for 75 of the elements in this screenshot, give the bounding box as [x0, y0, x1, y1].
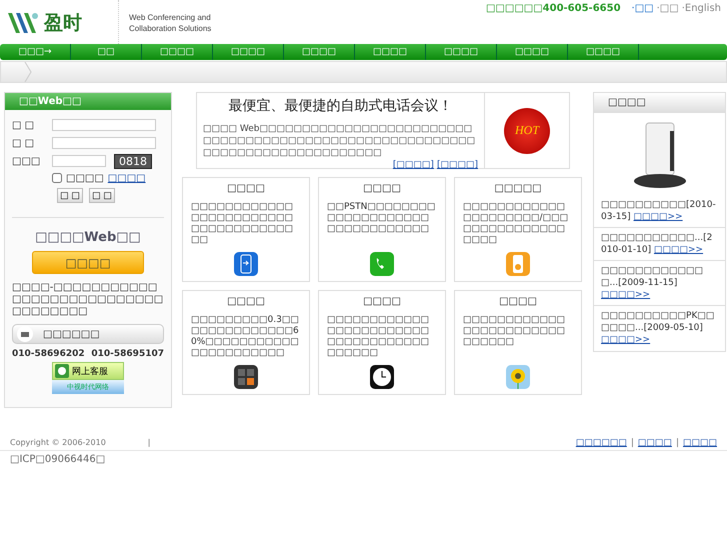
copyright-text: Copyright © 2006-2010: [10, 438, 106, 449]
feature-text: □□□□□□□□□□□□□□□□□□□□□□□□□□□□□□□□□□□□□□: [191, 202, 294, 246]
mobile-phone-icon: [234, 252, 258, 276]
music-player-icon: [506, 252, 530, 276]
news-item: □□□□□□□□□□□...[2010-01-10] □□□□>>: [601, 233, 712, 255]
feature-text: □□□□□□□□□0.3□□□□□□□□□□□□□□60%□□□□□□□□□□□□□□□□□□□□□□: [191, 315, 300, 359]
phone-bar-label: □□□□□□: [43, 328, 100, 340]
news-item: □□□□□□□□□□PK□□□□□□...[2009-05-10] □□□□>>: [601, 311, 714, 345]
feature-text: □□□□□□□□□□□□□□□□□□□□□□□□□□□□□□□□□□□□□□□□□□: [327, 315, 430, 359]
separator-text: |: [630, 438, 634, 450]
feature-title: □□□□□: [494, 183, 542, 194]
logo-icon: [6, 11, 40, 35]
remember-checkbox[interactable]: [52, 173, 62, 183]
logo-text: 盈时: [44, 11, 82, 36]
more-link[interactable]: □□□□>>: [634, 212, 683, 222]
feature-title: □□□□: [227, 296, 265, 307]
online-service-button[interactable]: 网上客服: [52, 362, 124, 380]
separator-text: |: [676, 438, 679, 450]
nav-item[interactable]: □□□□: [568, 44, 639, 60]
more-link[interactable]: □□□□>>: [601, 335, 650, 345]
forgot-link[interactable]: □□□□: [108, 172, 146, 184]
promo-text: □□□□-□□□□□□□□□□□□□□□□□□□□□□□□□□□□□□□□□□□: [12, 282, 164, 318]
headline: 最便宜、最便捷的自助式电话会议！: [228, 97, 454, 115]
hot-badge: HOT: [504, 108, 550, 154]
separator-text: |: [148, 438, 150, 449]
sunflower-icon: [506, 365, 530, 389]
phone-number: 010-58695107: [91, 349, 164, 359]
nav-item[interactable]: □□□□: [426, 44, 497, 60]
promo-button[interactable]: □□□□: [32, 251, 144, 274]
feature-title: □□□□: [363, 183, 401, 194]
nav-item[interactable]: □□□□: [213, 44, 284, 60]
form-button[interactable]: □ □: [57, 188, 83, 203]
chevron-icon: [24, 62, 32, 82]
language-link[interactable]: ·English: [682, 3, 721, 14]
phone-number: 010-58696202: [12, 349, 85, 359]
hotline-text: □□□□□□400-605-6650: [486, 3, 621, 14]
form-button[interactable]: □ □: [89, 188, 115, 203]
field-label: □ □: [12, 138, 36, 148]
nav-item[interactable]: □□: [71, 44, 142, 60]
more-link[interactable]: □□□□>>: [654, 245, 704, 255]
language-link[interactable]: ·□□: [632, 3, 654, 14]
feature-text: □□□□□□□□□□□□□□□□□□□□□/□□□□□□□□□□□□□□□□□□□: [463, 202, 570, 246]
input-field[interactable]: [52, 119, 156, 131]
news-item: □□□□□□□□□□□□□...[2009-11-15] □□□□>>: [601, 266, 704, 300]
footer-link[interactable]: □□□□: [682, 438, 717, 450]
device-drawing: [632, 121, 688, 191]
more-link[interactable]: □□□□>>: [601, 290, 650, 300]
calculator-icon: [234, 365, 258, 389]
language-link[interactable]: ·□□: [656, 3, 679, 14]
panel-title: □□□□: [608, 97, 646, 108]
icp-text: □ICP□09066446□: [9, 453, 106, 467]
feature-title: □□□□: [499, 296, 537, 307]
clock-icon: [370, 365, 394, 389]
hero-link[interactable]: [□□□□]: [392, 160, 434, 170]
feature-text: □□PSTN□□□□□□□□□□□□□□□□□□□□□□□□□□□□□□□□: [327, 202, 436, 235]
footer-link[interactable]: □□□□□□: [576, 438, 627, 450]
feature-title: □□□□: [227, 183, 265, 194]
footer-link[interactable]: □□□□: [638, 438, 672, 450]
nav-item[interactable]: □□□□: [142, 44, 213, 60]
nav-item[interactable]: □□□□: [355, 44, 426, 60]
feature-text: □□□□□□□□□□□□□□□□□□□□□□□□□□□□□□: [463, 315, 566, 348]
hero-text: □□□□ Web□□□□□□□□□□□□□□□□□□□□□□□□□□□□□□□□□□□□□□□□□□□□□□□□□□□□□□□□□□□□□□□□□□□□□□□□□□□□□□: [203, 123, 476, 159]
hero-link[interactable]: [□□□□]: [436, 160, 478, 170]
field-label: □□□: [12, 156, 42, 166]
nav-item[interactable]: □□□□: [497, 44, 568, 60]
checkbox-label: □□□□: [66, 172, 104, 184]
input-field[interactable]: [52, 137, 156, 149]
nav-item[interactable]: □□□□: [284, 44, 355, 60]
feature-title: □□□□: [363, 296, 401, 307]
field-label: □ □: [12, 120, 36, 130]
input-field[interactable]: [52, 155, 106, 167]
promo-title: □□□□Web□□: [34, 230, 142, 245]
captcha-image: 0818: [114, 154, 152, 168]
news-item: □□□□□□□□□□[2010-03-15] □□□□>>: [601, 200, 716, 222]
panel-title: □□Web□□: [19, 96, 82, 107]
